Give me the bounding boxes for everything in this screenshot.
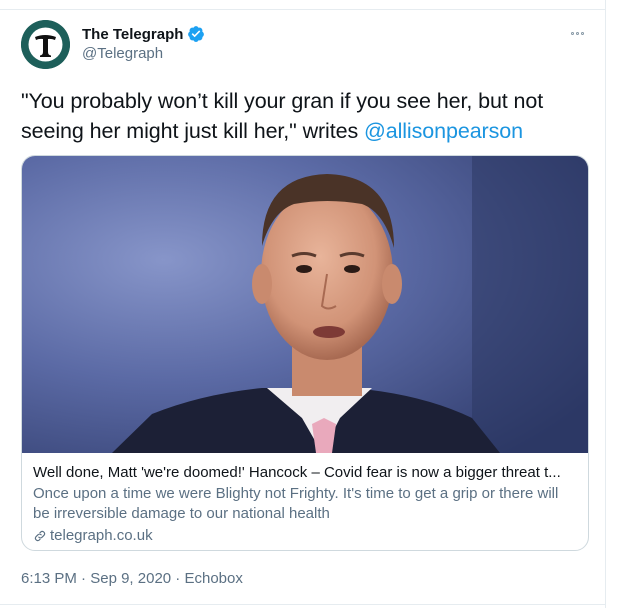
tweet-text: "You probably won’t kill your gran if yo… bbox=[21, 86, 591, 146]
tweet: The Telegraph @Telegraph "You probably w… bbox=[0, 0, 606, 608]
more-options-icon bbox=[570, 31, 574, 35]
card-domain-row: telegraph.co.uk bbox=[33, 526, 577, 546]
more-options-button[interactable] bbox=[566, 22, 588, 44]
mention-link[interactable]: @allisonpearson bbox=[364, 119, 523, 143]
card-domain: telegraph.co.uk bbox=[50, 527, 153, 544]
article-photo bbox=[22, 156, 588, 453]
card-title[interactable]: Well done, Matt 'we're doomed!' Hancock … bbox=[33, 463, 577, 482]
more-options-icon-dot bbox=[575, 31, 579, 35]
tweet-date[interactable]: Sep 9, 2020 bbox=[90, 570, 171, 587]
telegraph-logo-icon bbox=[21, 20, 70, 69]
verified-badge-icon bbox=[188, 26, 205, 42]
top-divider bbox=[0, 9, 606, 10]
card-body[interactable]: Well done, Matt 'we're doomed!' Hancock … bbox=[22, 454, 588, 546]
author-name-row[interactable]: The Telegraph bbox=[82, 25, 205, 43]
author-display-name[interactable]: The Telegraph bbox=[82, 26, 183, 43]
avatar[interactable] bbox=[21, 20, 70, 69]
author-handle[interactable]: @Telegraph bbox=[82, 45, 163, 62]
bottom-divider bbox=[0, 604, 606, 605]
link-icon bbox=[34, 530, 46, 542]
meta-separator: · bbox=[76, 570, 91, 587]
meta-separator: · bbox=[171, 570, 185, 587]
tweet-meta: 6:13 PM · Sep 9, 2020 · Echobox bbox=[21, 570, 243, 587]
link-preview-card[interactable]: Well done, Matt 'we're doomed!' Hancock … bbox=[21, 155, 589, 551]
card-description: Once upon a time we were Blighty not Fri… bbox=[33, 485, 559, 522]
tweet-source: Echobox bbox=[184, 570, 243, 587]
tweet-time[interactable]: 6:13 PM bbox=[21, 570, 77, 587]
card-image[interactable] bbox=[22, 156, 588, 453]
more-options-icon-dot bbox=[580, 31, 584, 35]
